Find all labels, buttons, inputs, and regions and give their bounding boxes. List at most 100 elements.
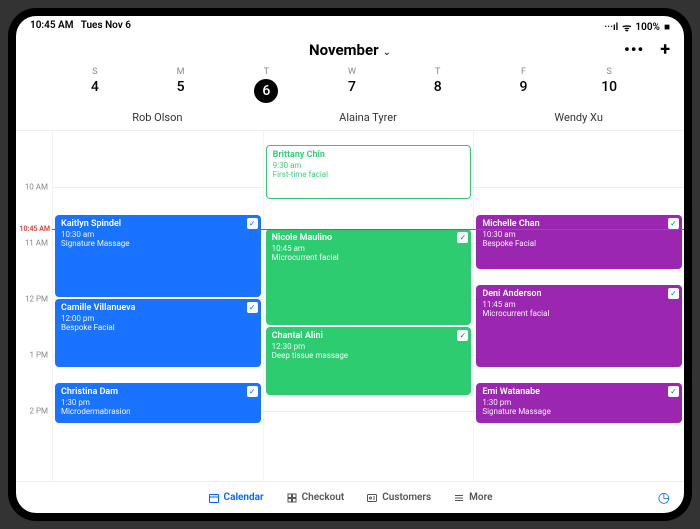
time-label: 2 PM xyxy=(29,407,48,416)
wifi-icon: ᯤ xyxy=(622,20,631,34)
check-icon: ✓ xyxy=(247,386,258,397)
nav-label: More xyxy=(469,492,492,503)
nav-more[interactable]: More xyxy=(453,492,492,504)
day-letter: W xyxy=(309,67,395,77)
appointment[interactable]: Chantal Alini12:30 pmDeep tissue massage… xyxy=(266,327,472,395)
day-number: 5 xyxy=(138,79,224,95)
month-label: November xyxy=(309,41,379,59)
appointment[interactable]: Kaitlyn Spindel10:30 amSignature Massage… xyxy=(55,215,261,297)
appointment-name: Chantal Alini xyxy=(272,331,466,342)
month-picker[interactable]: November ⌄ xyxy=(309,40,391,59)
appointment[interactable]: Camille Villanueva12:00 pmBespoke Facial… xyxy=(55,299,261,367)
appointment-service: Signature Massage xyxy=(61,239,255,249)
time-label: 11 AM xyxy=(25,239,48,248)
day-number: 6 xyxy=(254,79,278,103)
appointment-time: 1:30 pm xyxy=(61,398,255,408)
appointment-service: Signature Massage xyxy=(482,407,676,417)
appointment-service: Deep tissue massage xyxy=(272,351,466,361)
check-icon: ✓ xyxy=(457,330,468,341)
day-5[interactable]: M5 xyxy=(138,67,224,103)
time-label: 12 PM xyxy=(25,295,48,304)
day-7[interactable]: W7 xyxy=(309,67,395,103)
event-columns: Kaitlyn Spindel10:30 amSignature Massage… xyxy=(52,131,684,481)
week-row: S4M5T6W7T8F9S10 xyxy=(16,67,684,103)
now-line xyxy=(52,229,684,230)
nav-label: Checkout xyxy=(302,492,345,503)
appointment[interactable]: Brittany Chin9:30 amFirst-time facial xyxy=(266,145,472,199)
appointment[interactable]: Deni Anderson11:45 amMicrocurrent facial… xyxy=(476,285,682,367)
screen: 10:45 AM Tues Nov 6 ···ıl ᯤ 100% ■ Novem… xyxy=(16,16,684,513)
appointment-service: Microcurrent facial xyxy=(482,309,676,319)
column-header[interactable]: Alaina Tyrer xyxy=(263,111,474,124)
day-10[interactable]: S 10 xyxy=(566,67,652,103)
battery-text: 100% xyxy=(635,22,660,33)
check-icon: ✓ xyxy=(247,302,258,313)
appointment-name: Deni Anderson xyxy=(482,289,676,300)
staff-column[interactable]: Kaitlyn Spindel10:30 amSignature Massage… xyxy=(52,131,263,481)
clock-button[interactable]: ◷ xyxy=(658,490,670,506)
appointment-name: Camille Villanueva xyxy=(61,303,255,314)
status-right: ···ıl ᯤ 100% ■ xyxy=(604,20,670,34)
status-time: 10:45 AM xyxy=(30,20,74,31)
column-header[interactable]: Wendy Xu xyxy=(473,111,684,124)
day-letter: F xyxy=(481,67,567,77)
day-letter: M xyxy=(138,67,224,77)
check-icon: ✓ xyxy=(668,218,679,229)
columns-header: Rob OlsonAlaina TyrerWendy Xu xyxy=(16,103,684,131)
day-6[interactable]: T6 xyxy=(223,67,309,103)
day-number: 4 xyxy=(52,79,138,95)
appointment-time: 12:00 pm xyxy=(61,314,255,324)
appointment-service: First-time facial xyxy=(273,170,465,180)
day-number: 9 xyxy=(481,79,567,95)
time-label: 10 AM xyxy=(25,183,48,192)
chevron-down-icon: ⌄ xyxy=(383,47,391,58)
nav-calendar[interactable]: Calendar xyxy=(208,492,264,504)
check-icon: ✓ xyxy=(247,218,258,229)
day-letter: T xyxy=(223,67,309,77)
calendar-grid[interactable]: 10 AM 11 AM 12 PM 1 PM 2 PM 10:45 AM Kaitlyn … xyxy=(16,131,684,481)
day-9[interactable]: F9 xyxy=(481,67,567,103)
time-label: 1 PM xyxy=(29,351,48,360)
time-column: 10 AM 11 AM 12 PM 1 PM 2 PM 10:45 AM xyxy=(16,131,52,481)
day-letter: T xyxy=(395,67,481,77)
appointment-service: Microdermabrasion xyxy=(61,407,255,417)
appointment[interactable]: Emi Watanabe1:30 pmSignature Massage ✓ xyxy=(476,383,682,423)
appointment-time: 1:30 pm xyxy=(482,398,676,408)
nav-customers[interactable]: Customers xyxy=(366,492,431,504)
day-8[interactable]: T8 xyxy=(395,67,481,103)
status-left: 10:45 AM Tues Nov 6 xyxy=(30,20,131,34)
status-date: Tues Nov 6 xyxy=(81,20,131,31)
appointment-time: 11:45 am xyxy=(482,300,676,310)
check-icon: ✓ xyxy=(668,288,679,299)
appointment-service: Microcurrent facial xyxy=(272,253,466,263)
staff-column[interactable]: Michelle Chan10:30 amBespoke Facial✓ Deni… xyxy=(473,131,684,481)
check-icon: ✓ xyxy=(668,386,679,397)
day-letter: S xyxy=(566,67,652,77)
day-4[interactable]: S4 xyxy=(52,67,138,103)
day-number: 10 xyxy=(566,79,652,95)
staff-column[interactable]: Brittany Chin9:30 amFirst-time facial Nic… xyxy=(263,131,474,481)
nav-checkout[interactable]: Checkout xyxy=(286,492,345,504)
add-button[interactable]: + xyxy=(660,39,670,60)
appointment[interactable]: Michelle Chan10:30 amBespoke Facial✓ xyxy=(476,215,682,269)
bottom-nav: Calendar Checkout Customers More ◷ xyxy=(16,481,684,513)
appointment-name: Emi Watanabe xyxy=(482,387,676,398)
signal-icon: ···ıl xyxy=(604,22,618,33)
appointment[interactable]: Christina Dam1:30 pmMicrodermabrasion ✓ xyxy=(55,383,261,423)
menu-icon[interactable]: ••• xyxy=(624,40,644,59)
appointment-name: Christina Dam xyxy=(61,387,255,398)
day-letter: S xyxy=(52,67,138,77)
header: November ⌄ ••• + xyxy=(16,36,684,67)
appointment-time: 10:45 am xyxy=(272,244,466,254)
device-frame: 10:45 AM Tues Nov 6 ···ıl ᯤ 100% ■ Novem… xyxy=(8,8,692,521)
now-label: 10:45 AM xyxy=(20,225,50,233)
appointment-name: Brittany Chin xyxy=(273,150,465,161)
appointment[interactable]: Nicole Maulino10:45 amMicrocurrent facia… xyxy=(266,229,472,325)
column-header[interactable]: Rob Olson xyxy=(52,111,263,124)
appointment-name: Nicole Maulino xyxy=(272,233,466,244)
appointment-time: 9:30 am xyxy=(273,161,465,171)
day-number: 7 xyxy=(309,79,395,95)
appointment-time: 10:30 am xyxy=(61,230,255,240)
appointment-service: Bespoke Facial xyxy=(61,323,255,333)
appointment-time: 12:30 pm xyxy=(272,342,466,352)
